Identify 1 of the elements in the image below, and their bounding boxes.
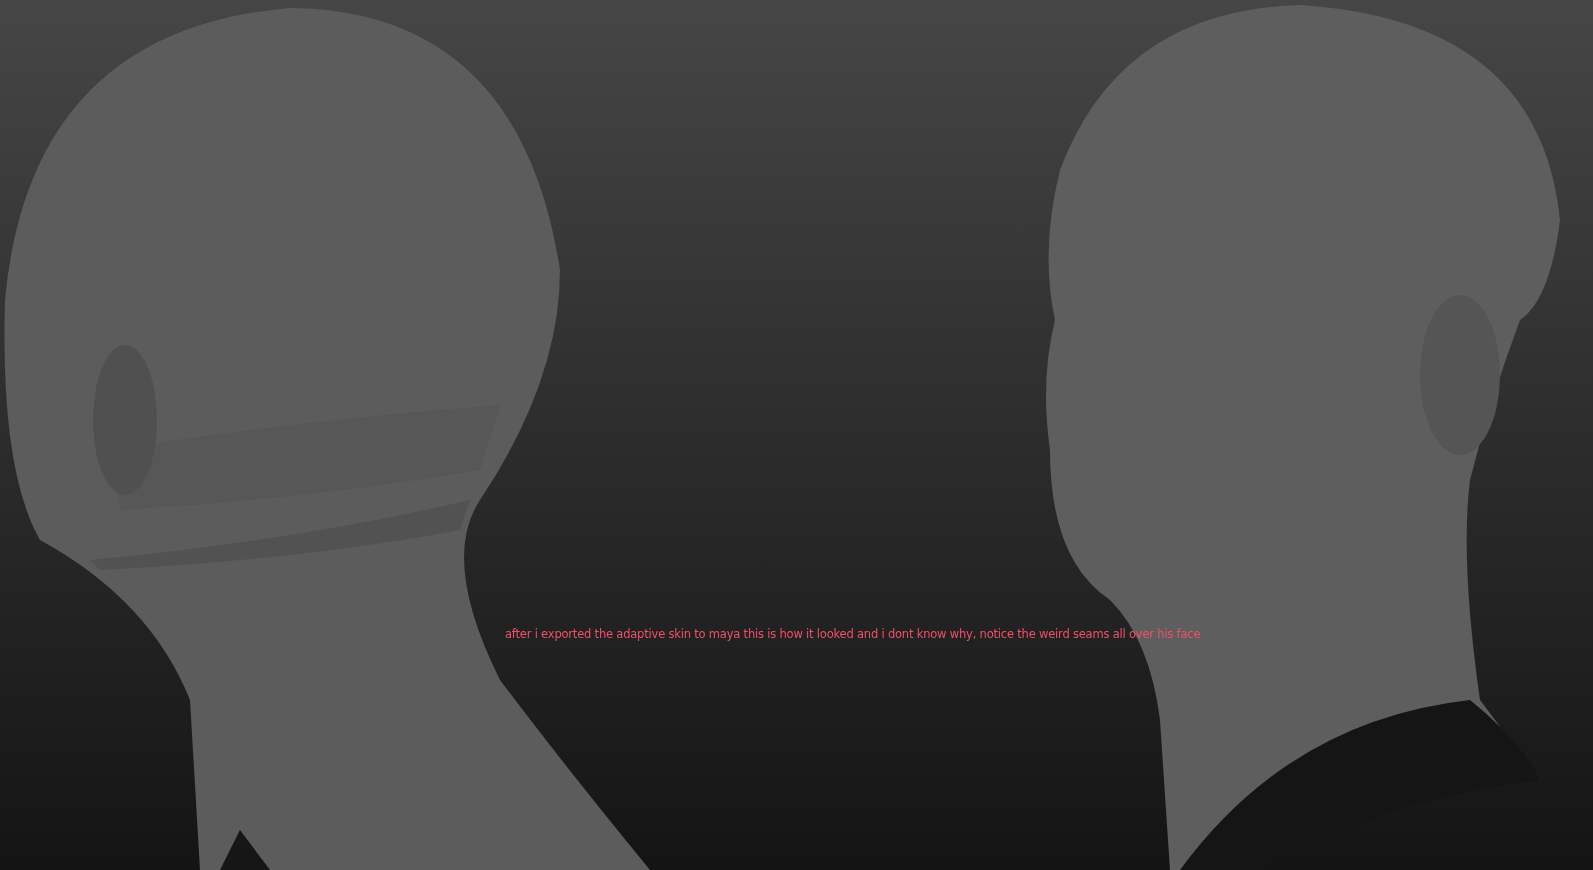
annotation-text: after i exported the adaptive skin to maya this is how it looked and i dont know why, notice the weird seams all over his face — [505, 626, 1202, 643]
